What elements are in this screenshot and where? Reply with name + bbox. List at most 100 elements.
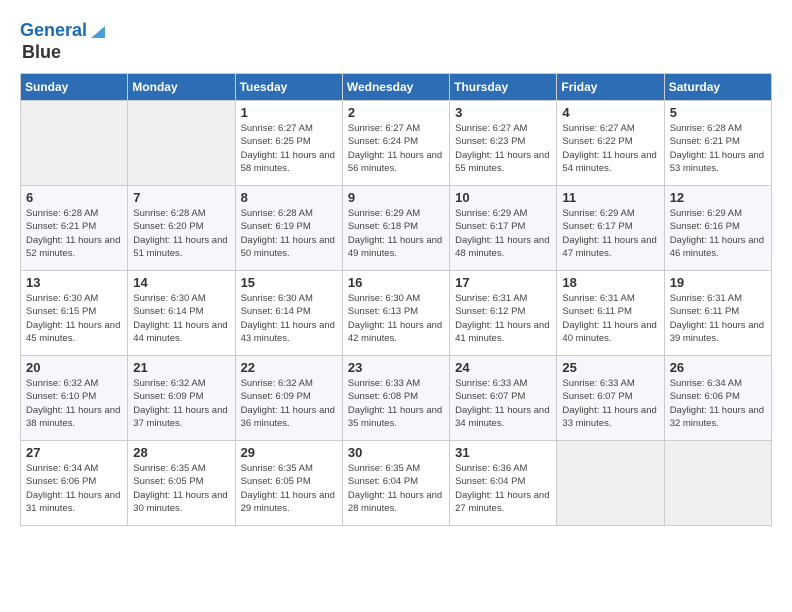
cell-info: Sunrise: 6:28 AM Sunset: 6:21 PM Dayligh… — [670, 122, 766, 175]
calendar-cell: 15 Sunrise: 6:30 AM Sunset: 6:14 PM Dayli… — [235, 271, 342, 356]
calendar-cell: 12 Sunrise: 6:29 AM Sunset: 6:16 PM Dayli… — [664, 186, 771, 271]
day-number: 14 — [133, 275, 229, 290]
cell-info: Sunrise: 6:27 AM Sunset: 6:24 PM Dayligh… — [348, 122, 444, 175]
cell-info: Sunrise: 6:27 AM Sunset: 6:25 PM Dayligh… — [241, 122, 337, 175]
cell-info: Sunrise: 6:29 AM Sunset: 6:16 PM Dayligh… — [670, 207, 766, 260]
calendar-cell: 2 Sunrise: 6:27 AM Sunset: 6:24 PM Daylig… — [342, 101, 449, 186]
day-number: 28 — [133, 445, 229, 460]
calendar-cell: 17 Sunrise: 6:31 AM Sunset: 6:12 PM Dayli… — [450, 271, 557, 356]
logo-blue: Blue — [22, 42, 61, 63]
day-number: 20 — [26, 360, 122, 375]
calendar-week-5: 27 Sunrise: 6:34 AM Sunset: 6:06 PM Dayli… — [21, 441, 772, 526]
calendar-cell: 16Sunrise: 6:30 AM Sunset: 6:13 PM Dayli… — [342, 271, 449, 356]
calendar-cell — [21, 101, 128, 186]
calendar-cell: 10 Sunrise: 6:29 AM Sunset: 6:17 PM Dayli… — [450, 186, 557, 271]
weekday-header-tuesday: Tuesday — [235, 74, 342, 101]
day-number: 1 — [241, 105, 337, 120]
weekday-header-thursday: Thursday — [450, 74, 557, 101]
weekday-header-sunday: Sunday — [21, 74, 128, 101]
day-number: 25 — [562, 360, 658, 375]
cell-info: Sunrise: 6:32 AM Sunset: 6:09 PM Dayligh… — [133, 377, 229, 430]
calendar-cell: 24Sunrise: 6:33 AM Sunset: 6:07 PM Dayli… — [450, 356, 557, 441]
cell-info: Sunrise: 6:34 AM Sunset: 6:06 PM Dayligh… — [26, 462, 122, 515]
weekday-header-friday: Friday — [557, 74, 664, 101]
day-number: 31 — [455, 445, 551, 460]
calendar-header: SundayMondayTuesdayWednesdayThursdayFrid… — [21, 74, 772, 101]
day-number: 9 — [348, 190, 444, 205]
day-number: 15 — [241, 275, 337, 290]
calendar-cell: 25Sunrise: 6:33 AM Sunset: 6:07 PM Dayli… — [557, 356, 664, 441]
day-number: 4 — [562, 105, 658, 120]
cell-info: Sunrise: 6:30 AM Sunset: 6:14 PM Dayligh… — [133, 292, 229, 345]
weekday-header-saturday: Saturday — [664, 74, 771, 101]
day-number: 18 — [562, 275, 658, 290]
calendar-cell — [664, 441, 771, 526]
calendar-cell: 9 Sunrise: 6:29 AM Sunset: 6:18 PM Daylig… — [342, 186, 449, 271]
calendar-body: 1 Sunrise: 6:27 AM Sunset: 6:25 PM Daylig… — [21, 101, 772, 526]
calendar-cell: 21 Sunrise: 6:32 AM Sunset: 6:09 PM Dayli… — [128, 356, 235, 441]
cell-info: Sunrise: 6:31 AM Sunset: 6:12 PM Dayligh… — [455, 292, 551, 345]
day-number: 12 — [670, 190, 766, 205]
cell-info: Sunrise: 6:28 AM Sunset: 6:21 PM Dayligh… — [26, 207, 122, 260]
day-number: 27 — [26, 445, 122, 460]
day-number: 6 — [26, 190, 122, 205]
day-number: 26 — [670, 360, 766, 375]
day-number: 19 — [670, 275, 766, 290]
weekday-header-row: SundayMondayTuesdayWednesdayThursdayFrid… — [21, 74, 772, 101]
day-number: 13 — [26, 275, 122, 290]
cell-info: Sunrise: 6:35 AM Sunset: 6:04 PM Dayligh… — [348, 462, 444, 515]
calendar-cell: 18 Sunrise: 6:31 AM Sunset: 6:11 PM Dayli… — [557, 271, 664, 356]
calendar-cell: 28 Sunrise: 6:35 AM Sunset: 6:05 PM Dayli… — [128, 441, 235, 526]
calendar-cell: 3 Sunrise: 6:27 AM Sunset: 6:23 PM Daylig… — [450, 101, 557, 186]
cell-info: Sunrise: 6:36 AM Sunset: 6:04 PM Dayligh… — [455, 462, 551, 515]
page-header: General Blue — [20, 20, 772, 63]
cell-info: Sunrise: 6:33 AM Sunset: 6:07 PM Dayligh… — [455, 377, 551, 430]
cell-info: Sunrise: 6:31 AM Sunset: 6:11 PM Dayligh… — [562, 292, 658, 345]
calendar-week-1: 1 Sunrise: 6:27 AM Sunset: 6:25 PM Daylig… — [21, 101, 772, 186]
weekday-header-monday: Monday — [128, 74, 235, 101]
calendar-week-2: 6 Sunrise: 6:28 AM Sunset: 6:21 PM Daylig… — [21, 186, 772, 271]
weekday-header-wednesday: Wednesday — [342, 74, 449, 101]
logo-icon — [87, 20, 109, 42]
cell-info: Sunrise: 6:31 AM Sunset: 6:11 PM Dayligh… — [670, 292, 766, 345]
calendar-cell: 29Sunrise: 6:35 AM Sunset: 6:05 PM Dayli… — [235, 441, 342, 526]
calendar-cell: 22 Sunrise: 6:32 AM Sunset: 6:09 PM Dayli… — [235, 356, 342, 441]
calendar-cell: 20 Sunrise: 6:32 AM Sunset: 6:10 PM Dayli… — [21, 356, 128, 441]
calendar-cell: 23 Sunrise: 6:33 AM Sunset: 6:08 PM Dayli… — [342, 356, 449, 441]
day-number: 7 — [133, 190, 229, 205]
day-number: 11 — [562, 190, 658, 205]
cell-info: Sunrise: 6:32 AM Sunset: 6:09 PM Dayligh… — [241, 377, 337, 430]
cell-info: Sunrise: 6:30 AM Sunset: 6:14 PM Dayligh… — [241, 292, 337, 345]
cell-info: Sunrise: 6:35 AM Sunset: 6:05 PM Dayligh… — [133, 462, 229, 515]
day-number: 23 — [348, 360, 444, 375]
cell-info: Sunrise: 6:29 AM Sunset: 6:18 PM Dayligh… — [348, 207, 444, 260]
calendar-cell: 19 Sunrise: 6:31 AM Sunset: 6:11 PM Dayli… — [664, 271, 771, 356]
cell-info: Sunrise: 6:29 AM Sunset: 6:17 PM Dayligh… — [455, 207, 551, 260]
cell-info: Sunrise: 6:35 AM Sunset: 6:05 PM Dayligh… — [241, 462, 337, 515]
calendar-cell: 6 Sunrise: 6:28 AM Sunset: 6:21 PM Daylig… — [21, 186, 128, 271]
day-number: 2 — [348, 105, 444, 120]
calendar-cell — [128, 101, 235, 186]
cell-info: Sunrise: 6:30 AM Sunset: 6:15 PM Dayligh… — [26, 292, 122, 345]
calendar-cell: 11Sunrise: 6:29 AM Sunset: 6:17 PM Dayli… — [557, 186, 664, 271]
cell-info: Sunrise: 6:30 AM Sunset: 6:13 PM Dayligh… — [348, 292, 444, 345]
calendar-cell: 30 Sunrise: 6:35 AM Sunset: 6:04 PM Dayli… — [342, 441, 449, 526]
calendar-cell: 1 Sunrise: 6:27 AM Sunset: 6:25 PM Daylig… — [235, 101, 342, 186]
cell-info: Sunrise: 6:32 AM Sunset: 6:10 PM Dayligh… — [26, 377, 122, 430]
calendar-cell — [557, 441, 664, 526]
day-number: 5 — [670, 105, 766, 120]
calendar-cell: 13 Sunrise: 6:30 AM Sunset: 6:15 PM Dayli… — [21, 271, 128, 356]
calendar-cell: 7Sunrise: 6:28 AM Sunset: 6:20 PM Daylig… — [128, 186, 235, 271]
day-number: 30 — [348, 445, 444, 460]
day-number: 10 — [455, 190, 551, 205]
day-number: 17 — [455, 275, 551, 290]
day-number: 22 — [241, 360, 337, 375]
calendar-cell: 26Sunrise: 6:34 AM Sunset: 6:06 PM Dayli… — [664, 356, 771, 441]
cell-info: Sunrise: 6:27 AM Sunset: 6:23 PM Dayligh… — [455, 122, 551, 175]
calendar-week-4: 20 Sunrise: 6:32 AM Sunset: 6:10 PM Dayli… — [21, 356, 772, 441]
calendar-cell: 27 Sunrise: 6:34 AM Sunset: 6:06 PM Dayli… — [21, 441, 128, 526]
day-number: 3 — [455, 105, 551, 120]
cell-info: Sunrise: 6:33 AM Sunset: 6:08 PM Dayligh… — [348, 377, 444, 430]
day-number: 21 — [133, 360, 229, 375]
calendar-cell: 14 Sunrise: 6:30 AM Sunset: 6:14 PM Dayli… — [128, 271, 235, 356]
